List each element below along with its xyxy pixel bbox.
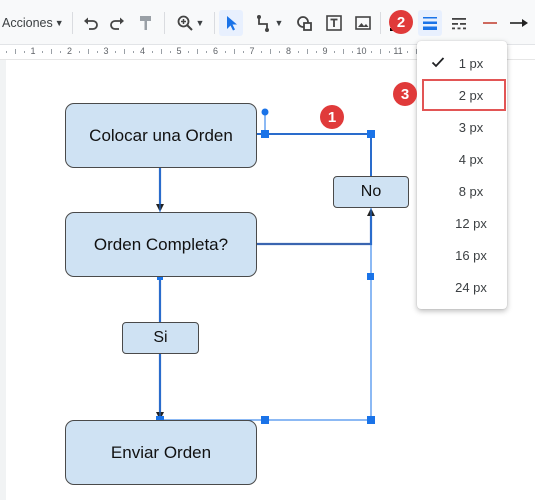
- menu-item-label: 24 px: [455, 279, 487, 295]
- highlight-annotation-box: [422, 79, 506, 111]
- callout-badge-2: 2: [389, 10, 413, 34]
- menu-item-label: 16 px: [455, 247, 487, 263]
- line-weight-option-4px[interactable]: 4 px: [417, 143, 507, 175]
- line-weight-option-12px[interactable]: 12 px: [417, 207, 507, 239]
- line-weight-option-24px[interactable]: 24 px: [417, 271, 507, 303]
- menu-item-label: 3 px: [458, 119, 484, 135]
- node-label: Enviar Orden: [110, 442, 212, 462]
- callout-badge-1: 1: [320, 105, 344, 129]
- flowchart-label-no[interactable]: No: [333, 176, 409, 208]
- line-weight-option-1px[interactable]: 1 px: [417, 47, 507, 79]
- line-weight-option-3px[interactable]: 3 px: [417, 111, 507, 143]
- node-label: Si: [153, 329, 168, 346]
- rotation-handle: [261, 108, 269, 116]
- flowchart-label-yes[interactable]: Si: [122, 322, 199, 354]
- line-weight-option-8px[interactable]: 8 px: [417, 175, 507, 207]
- connector-complete-to-no: [257, 210, 373, 246]
- node-label: Orden Completa?: [93, 234, 229, 254]
- callout-number: 3: [400, 85, 410, 103]
- callout-badge-3: 3: [393, 82, 417, 106]
- menu-item-label: 12 px: [455, 215, 487, 231]
- node-label: No: [360, 183, 382, 200]
- check-icon: [431, 57, 445, 68]
- line-weight-option-16px[interactable]: 16 px: [417, 239, 507, 271]
- menu-item-label: 1 px: [458, 55, 484, 71]
- node-label: Colocar una Orden: [89, 125, 233, 145]
- callout-number: 1: [327, 108, 337, 126]
- menu-item-label: 8 px: [458, 183, 484, 199]
- flowchart-node-send-order[interactable]: Enviar Orden: [65, 420, 257, 485]
- selection-handles: [156, 130, 375, 424]
- menu-item-label: 4 px: [458, 151, 484, 167]
- callout-number: 2: [396, 13, 406, 31]
- flowchart-node-order-complete[interactable]: Orden Completa?: [65, 212, 257, 277]
- flowchart-node-place-order[interactable]: Colocar una Orden: [65, 103, 257, 168]
- connector-no-to-place: [257, 133, 372, 176]
